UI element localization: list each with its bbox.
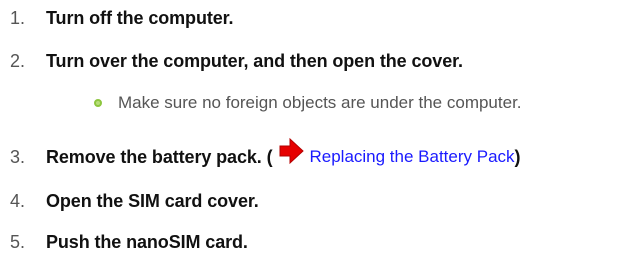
instruction-steps: 1. Turn off the computer. 2. Turn over t… [0, 0, 625, 263]
bullet-text: Make sure no foreign objects are under t… [118, 93, 522, 112]
step-number: 2. [10, 50, 26, 71]
step-text: Push the nanoSIM card. [46, 231, 248, 252]
replacing-battery-pack-link[interactable]: Replacing the Battery Pack [309, 147, 514, 167]
step-5: 5. Push the nanoSIM card. [10, 230, 248, 254]
step-3: 3. Remove the battery pack. ( Replacing … [10, 137, 521, 169]
step-4: 4. Open the SIM card cover. [10, 189, 259, 213]
step-number: 5. [10, 231, 26, 252]
note-bullet: Make sure no foreign objects are under t… [94, 91, 522, 115]
step-2: 2. Turn over the computer, and then open… [10, 49, 463, 73]
step-text: Turn off the computer. [46, 7, 234, 28]
step-number: 3. [10, 146, 26, 167]
step-text: Turn over the computer, and then open th… [46, 50, 463, 71]
red-right-arrow-icon [276, 136, 306, 166]
green-circle-bullet-icon [94, 99, 102, 107]
step-text: Remove the battery pack. ( [46, 146, 273, 167]
step-1: 1. Turn off the computer. [10, 6, 234, 30]
closing-paren: ) [514, 146, 521, 167]
step-text: Open the SIM card cover. [46, 190, 259, 211]
step-number: 4. [10, 190, 26, 211]
step-number: 1. [10, 7, 26, 28]
